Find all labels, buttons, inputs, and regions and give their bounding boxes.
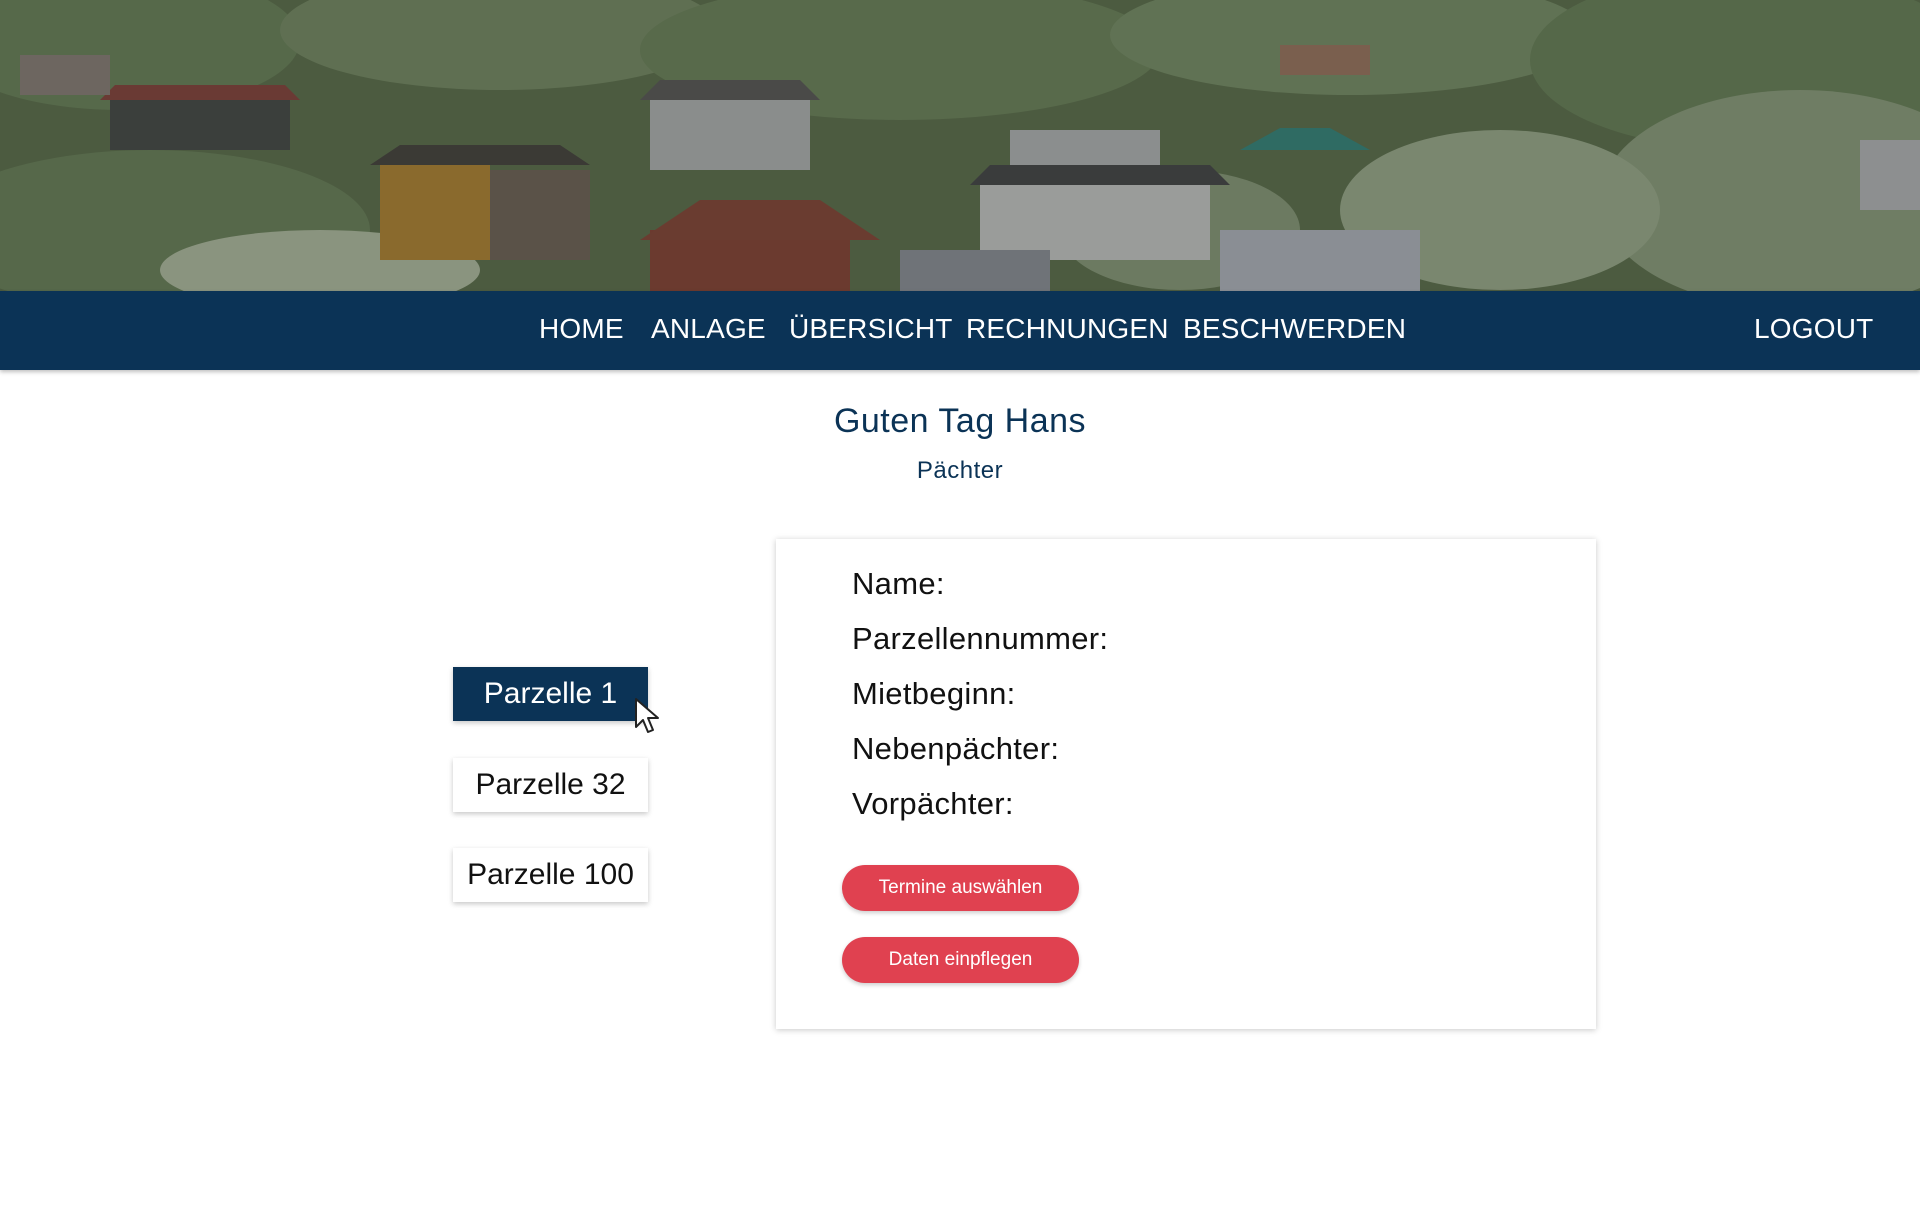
logout-link[interactable]: LOGOUT (1754, 313, 1873, 345)
greeting-title: Guten Tag Hans (0, 402, 1920, 441)
allotment-garden-illustration (0, 0, 1920, 291)
enter-data-button[interactable]: Daten einpflegen (842, 937, 1079, 983)
field-previous-tenant: Vorpächter: (852, 786, 1014, 821)
mouse-pointer-icon (635, 698, 659, 733)
parcel-details-card: Name: Parzellennummer: Mietbeginn: Neben… (776, 539, 1596, 1029)
nav-item-beschwerden[interactable]: BESCHWERDEN (1183, 313, 1406, 345)
user-role: Pächter (916, 457, 1004, 484)
select-appointments-button[interactable]: Termine auswählen (842, 865, 1079, 911)
field-parcel-number: Parzellennummer: (852, 621, 1109, 656)
parcel-button-100[interactable]: Parzelle 100 (453, 848, 648, 902)
nav-item-anlage[interactable]: ANLAGE (651, 313, 766, 345)
parcel-button-32[interactable]: Parzelle 32 (453, 758, 648, 812)
greeting-text: Guten Tag Hans (833, 402, 1087, 440)
main-navbar: HOME ANLAGE ÜBERSICHT RECHNUNGEN BESCHWE… (0, 291, 1920, 370)
nav-item-home[interactable]: HOME (539, 313, 624, 345)
field-name: Name: (852, 566, 945, 601)
header-image (0, 0, 1920, 291)
parcel-button-1[interactable]: Parzelle 1 (453, 667, 648, 721)
nav-item-uebersicht[interactable]: ÜBERSICHT (789, 313, 953, 345)
nav-item-rechnungen[interactable]: RECHNUNGEN (966, 313, 1169, 345)
field-lease-start: Mietbeginn: (852, 676, 1016, 711)
field-co-tenant: Nebenpächter: (852, 731, 1060, 766)
